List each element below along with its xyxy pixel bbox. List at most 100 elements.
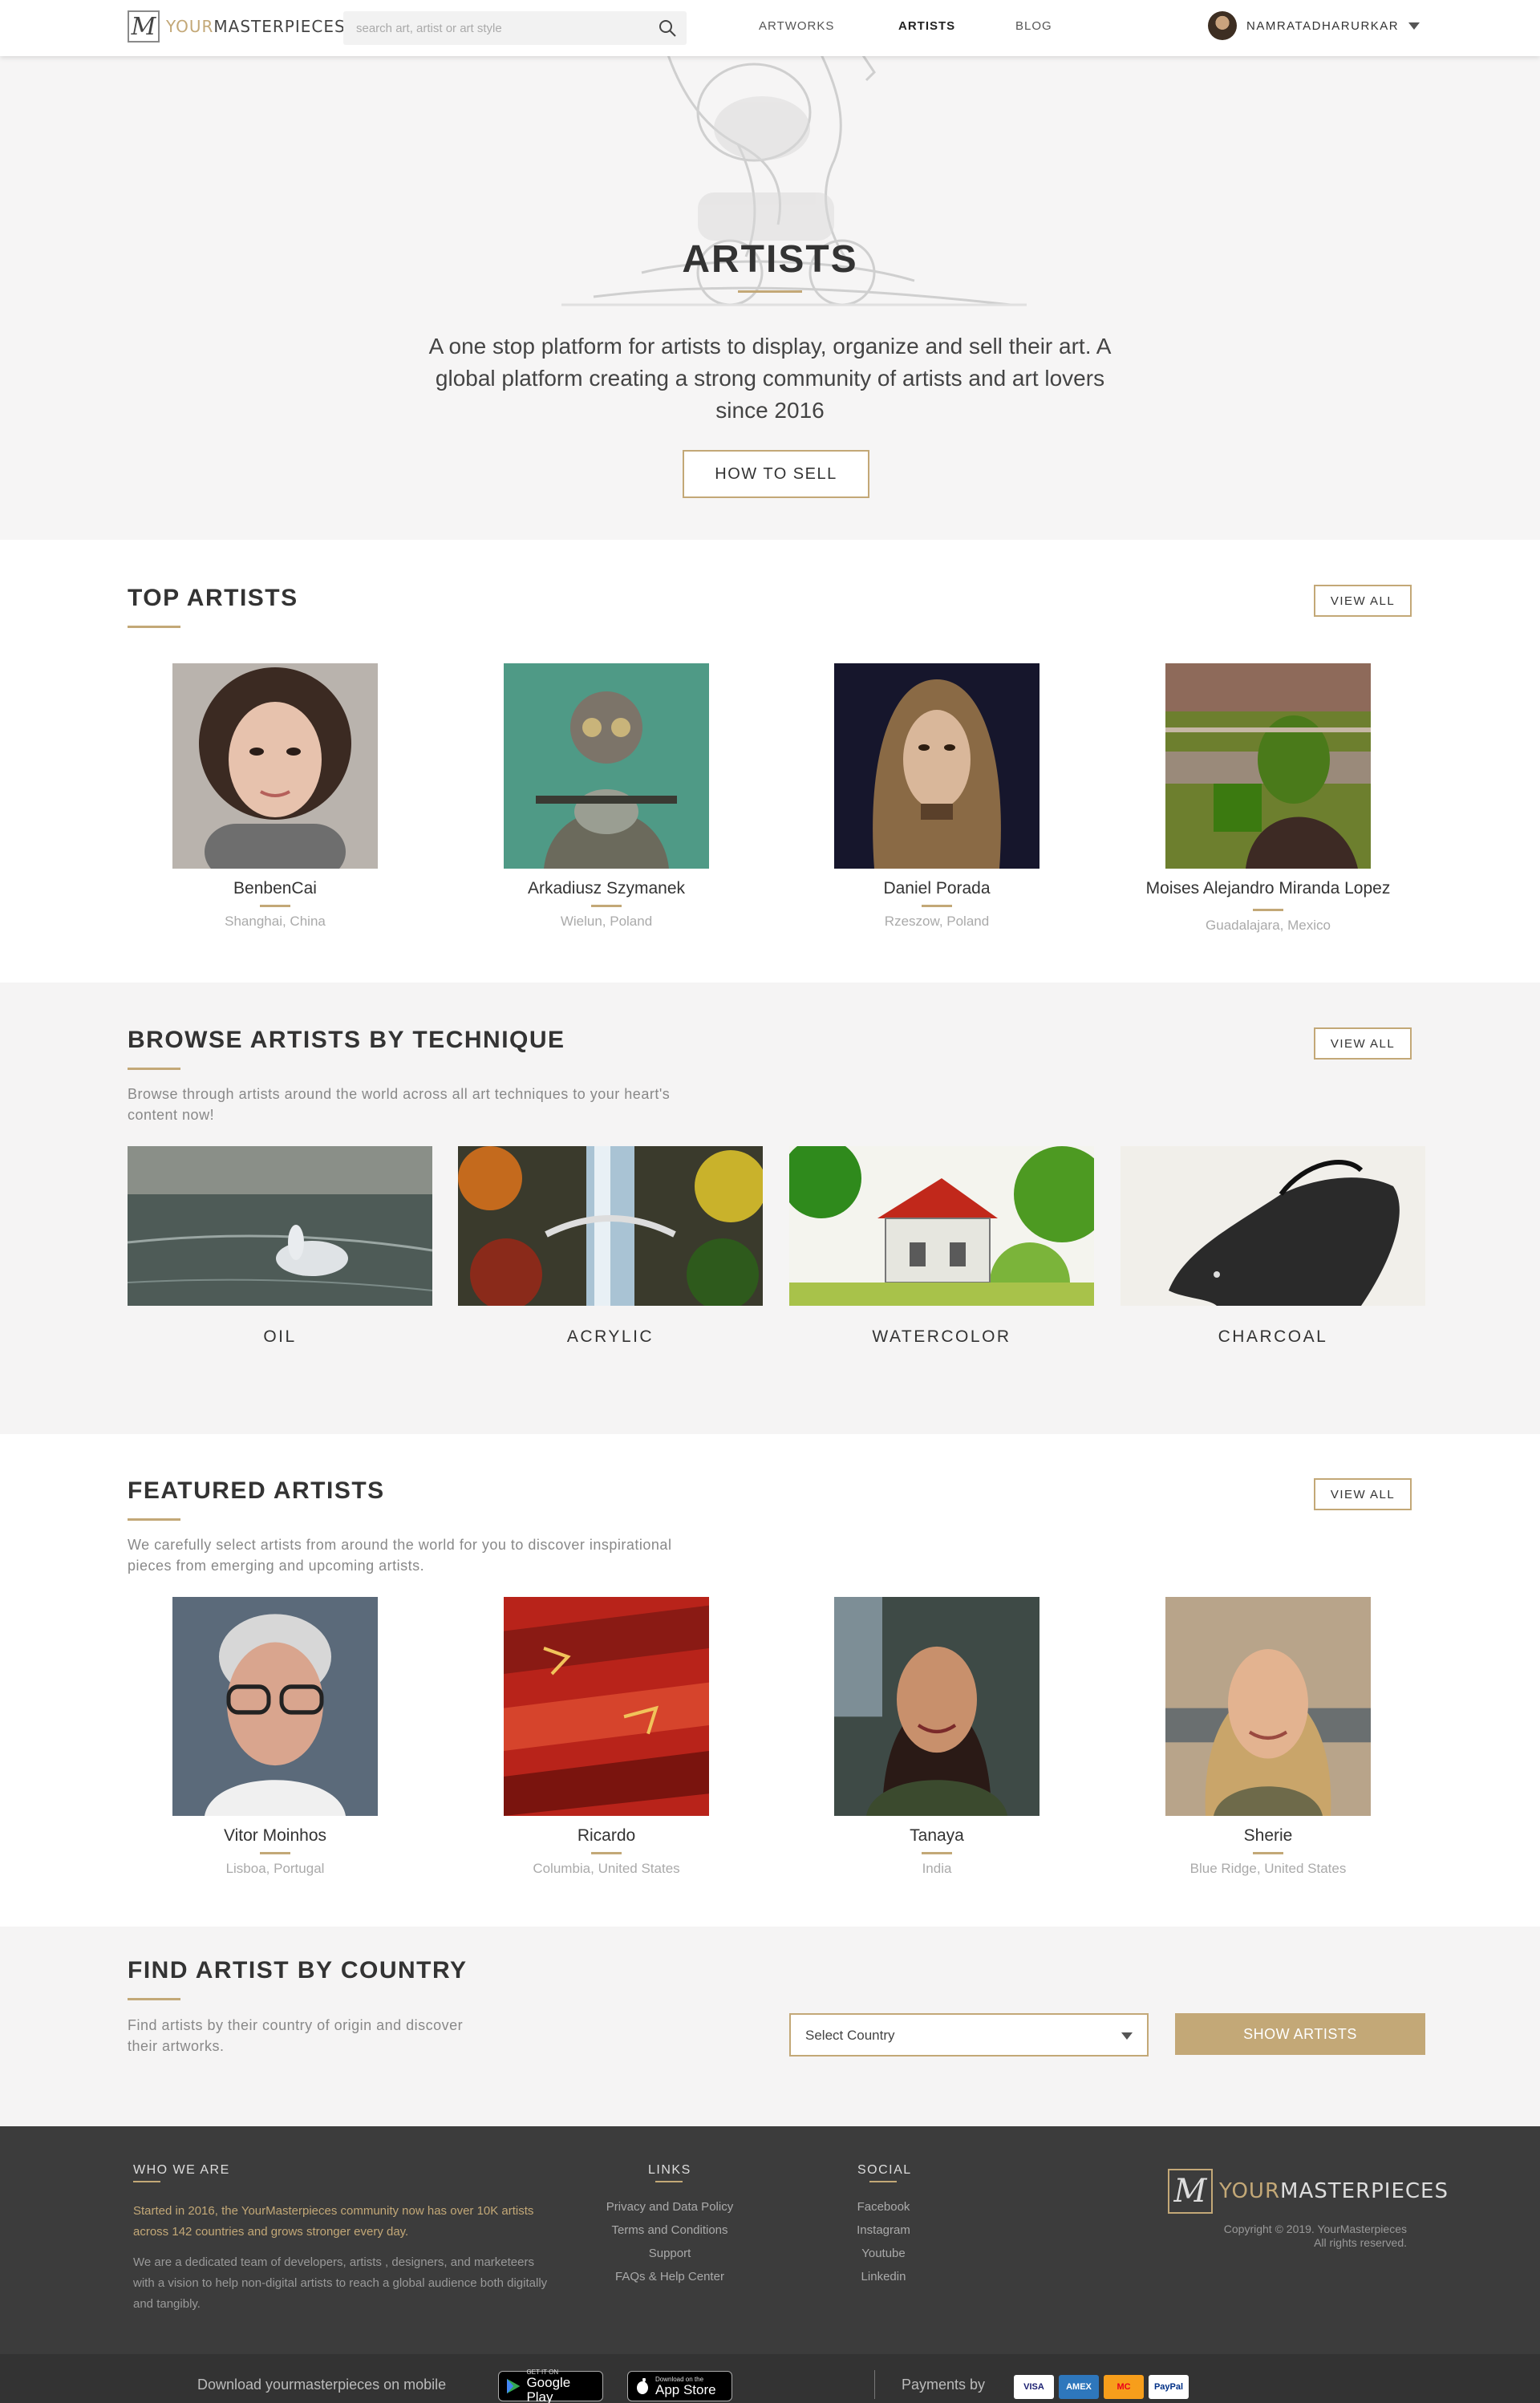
logo-text-your: YOUR xyxy=(1219,2179,1281,2203)
featured-artists-title: FEATURED ARTISTS xyxy=(128,1477,385,1504)
technique-image-oil[interactable] xyxy=(128,1146,432,1306)
name-underline xyxy=(591,905,622,907)
artist-location: Shanghai, China xyxy=(225,914,326,929)
section-underline xyxy=(128,1068,180,1070)
technique-image-watercolor[interactable] xyxy=(789,1146,1094,1306)
download-app-text: Download yourmasterpieces on mobile xyxy=(197,2377,447,2393)
footer-who-text: We are a dedicated team of developers, a… xyxy=(133,2255,548,2311)
hero-section: ARTISTS A one stop platform for artists … xyxy=(0,0,1540,540)
show-artists-button[interactable]: SHOW ARTISTS xyxy=(1175,2013,1425,2055)
footer-link-faq[interactable]: FAQs & Help Center xyxy=(586,2270,754,2283)
artist-location: Rzeszow, Poland xyxy=(884,914,990,929)
artist-portrait[interactable] xyxy=(504,1597,709,1816)
technique-view-all-button[interactable]: VIEW ALL xyxy=(1314,1027,1412,1060)
nav-artworks[interactable]: ARTWORKS xyxy=(759,19,834,33)
footer-logo[interactable]: M YOURMASTERPIECES xyxy=(1168,2169,1449,2214)
section-underline xyxy=(128,1518,180,1521)
paypal-icon: PayPal xyxy=(1149,2375,1189,2399)
artist-portrait[interactable] xyxy=(1165,1597,1371,1816)
google-play-big-text: Google Play xyxy=(526,2374,571,2403)
chevron-down-icon xyxy=(1408,22,1420,30)
footer-social-instagram[interactable]: Instagram xyxy=(842,2223,925,2237)
artist-portrait[interactable] xyxy=(504,663,709,869)
footer-divider xyxy=(874,2370,875,2399)
footer-link-terms[interactable]: Terms and Conditions xyxy=(586,2223,754,2237)
top-artists-view-all-button[interactable]: VIEW ALL xyxy=(1314,585,1412,617)
technique-label-acrylic[interactable]: ACRYLIC xyxy=(458,1327,763,1347)
artist-location: Lisboa, Portugal xyxy=(225,1861,325,1876)
artist-location: Columbia, United States xyxy=(533,1861,680,1876)
country-select[interactable]: Select Country xyxy=(789,2013,1149,2057)
technique-label-oil[interactable]: OIL xyxy=(128,1327,432,1347)
technique-subtitle: Browse through artists around the world … xyxy=(128,1086,671,1123)
search-input[interactable] xyxy=(356,11,645,45)
artist-location: Wielun, Poland xyxy=(560,914,653,929)
logo-text-your: YOUR xyxy=(166,17,214,36)
footer-heading-underline xyxy=(133,2181,160,2182)
artist-location: Blue Ridge, United States xyxy=(1189,1861,1347,1876)
artist-portrait[interactable] xyxy=(172,1597,378,1816)
nav-artists[interactable]: ARTISTS xyxy=(898,19,955,33)
footer-social-youtube[interactable]: Youtube xyxy=(842,2247,925,2260)
artist-portrait[interactable] xyxy=(834,1597,1040,1816)
footer-copyright: Copyright © 2019. YourMasterpieces xyxy=(1223,2223,1407,2235)
logo-text-masterpieces: MASTERPIECES xyxy=(213,17,346,36)
artist-name[interactable]: Sherie xyxy=(1124,1826,1412,1846)
artist-name[interactable]: BenbenCai xyxy=(131,879,419,898)
name-underline xyxy=(1253,1852,1283,1854)
artist-portrait[interactable] xyxy=(834,663,1040,869)
logo-text-masterpieces: MASTERPIECES xyxy=(1280,2179,1449,2203)
artist-name[interactable]: Ricardo xyxy=(462,1826,751,1846)
avatar xyxy=(1208,11,1237,40)
name-underline xyxy=(591,1852,622,1854)
mastercard-icon: MC xyxy=(1104,2375,1144,2399)
section-underline xyxy=(128,1998,180,2000)
artist-name[interactable]: Tanaya xyxy=(792,1826,1081,1846)
featured-subtitle: We carefully select artists from around … xyxy=(128,1537,672,1574)
country-subtitle: Find artists by their country of origin … xyxy=(128,2017,464,2054)
how-to-sell-button[interactable]: HOW TO SELL xyxy=(683,450,869,498)
top-artists-title: TOP ARTISTS xyxy=(128,585,298,611)
featured-view-all-button[interactable]: VIEW ALL xyxy=(1314,1478,1412,1510)
google-play-icon xyxy=(507,2378,521,2394)
name-underline xyxy=(260,1852,290,1854)
name-underline xyxy=(922,905,952,907)
technique-label-watercolor[interactable]: WATERCOLOR xyxy=(789,1327,1094,1347)
technique-label-charcoal[interactable]: CHARCOAL xyxy=(1121,1327,1425,1347)
visa-card-icon: VISA xyxy=(1014,2375,1054,2399)
technique-image-acrylic[interactable] xyxy=(458,1146,763,1306)
artist-name[interactable]: Moises Alejandro Miranda Lopez xyxy=(1124,879,1412,898)
title-underline xyxy=(738,290,802,293)
user-menu[interactable]: NAMRATADHARURKAR xyxy=(1208,11,1420,40)
section-underline xyxy=(128,626,180,628)
footer-link-support[interactable]: Support xyxy=(586,2247,754,2260)
footer-link-privacy[interactable]: Privacy and Data Policy xyxy=(586,2200,754,2214)
footer-social-heading: SOCIAL xyxy=(857,2163,912,2177)
technique-image-charcoal[interactable] xyxy=(1121,1146,1425,1306)
footer-social-facebook[interactable]: Facebook xyxy=(842,2200,925,2214)
artist-name[interactable]: Vitor Moinhos xyxy=(131,1826,419,1846)
artist-name[interactable]: Arkadiusz Szymanek xyxy=(462,879,751,898)
logo-mark-icon: M xyxy=(128,10,160,43)
payments-label: Payments by xyxy=(902,2377,986,2393)
artist-location: India xyxy=(922,1861,952,1876)
search-icon[interactable] xyxy=(658,18,677,38)
footer-who-highlight: Started in 2016, the YourMasterpieces co… xyxy=(133,2204,534,2239)
google-play-badge[interactable]: GET IT ON Google Play xyxy=(498,2369,603,2403)
name-underline xyxy=(1253,909,1283,911)
hero-description: A one stop platform for artists to displ… xyxy=(428,334,1112,423)
artist-location: Guadalajara, Mexico xyxy=(1206,918,1331,933)
app-store-big-text: App Store xyxy=(655,2381,716,2397)
nav-blog[interactable]: BLOG xyxy=(1015,19,1052,33)
artist-portrait[interactable] xyxy=(1165,663,1371,869)
app-store-badge[interactable]: Download on the App Store xyxy=(627,2371,732,2401)
top-navigation-bar: M YOURMASTERPIECES ARTWORKS ARTISTS BLOG… xyxy=(0,0,1540,56)
artist-portrait[interactable] xyxy=(172,663,378,869)
page-title: ARTISTS xyxy=(682,238,858,281)
footer-social-linkedin[interactable]: Linkedin xyxy=(842,2270,925,2283)
user-name: NAMRATADHARURKAR xyxy=(1246,18,1400,33)
country-title: FIND ARTIST BY COUNTRY xyxy=(128,1957,468,1984)
footer-rights: All rights reserved. xyxy=(1314,2236,1407,2249)
artist-name[interactable]: Daniel Porada xyxy=(792,879,1081,898)
site-logo[interactable]: M YOURMASTERPIECES xyxy=(128,10,346,43)
